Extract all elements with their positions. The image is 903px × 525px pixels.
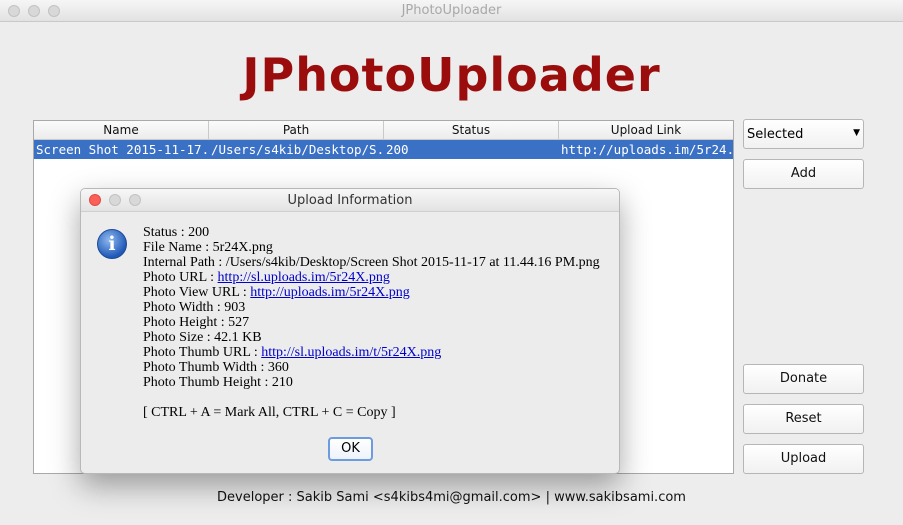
cell-status: 200 [386,142,409,157]
filter-select[interactable]: Selected ▼ [743,119,864,149]
window-title: JPhotoUploader [401,3,502,18]
photo-url-label: Photo URL : [143,270,218,285]
developer-footer: Developer : Sakib Sami <s4kibs4mi@gmail.… [217,490,686,505]
photo-view-url-link[interactable]: http://uploads.im/5r24X.png [250,285,409,300]
column-header-path[interactable]: Path [209,121,384,139]
dialog-title: Upload Information [287,193,413,208]
cell-path: /Users/s4kib/Desktop/S... [211,142,384,157]
info-file-name: File Name : 5r24X.png [143,240,273,255]
thumb-url-link[interactable]: http://sl.uploads.im/t/5r24X.png [261,345,441,360]
upload-information-dialog: Upload Information i Status : 200 File N… [80,188,620,474]
table-header: Name Path Status Upload Link [34,121,733,140]
info-status: Status : 200 [143,225,210,240]
column-header-status[interactable]: Status [384,121,559,139]
filter-select-value: Selected [747,127,804,142]
dialog-titlebar: Upload Information [81,189,619,212]
cell-upload-link: http://uploads.im/5r24... [561,142,733,157]
photo-view-url-label: Photo View URL : [143,285,251,300]
cell-name: Screen Shot 2015-11-17... [36,142,209,157]
upload-info-text[interactable]: Status : 200 File Name : 5r24X.png Inter… [143,225,600,390]
info-thumb-width: Photo Thumb Width : 360 [143,360,289,375]
info-thumb-url-line: Photo Thumb URL : http://sl.uploads.im/t… [143,345,600,360]
info-thumb-height: Photo Thumb Height : 210 [143,375,293,390]
window-titlebar: JPhotoUploader [0,0,903,22]
chevron-down-icon: ▼ [853,128,860,138]
thumb-url-label: Photo Thumb URL : [143,345,262,360]
column-header-name[interactable]: Name [34,121,209,139]
table-row[interactable]: Screen Shot 2015-11-17... /Users/s4kib/D… [34,140,733,159]
info-photo-height: Photo Height : 527 [143,315,250,330]
add-button[interactable]: Add [743,159,864,189]
upload-button[interactable]: Upload [743,444,864,474]
info-icon: i [97,229,127,259]
donate-button[interactable]: Donate [743,364,864,394]
info-photo-url-line: Photo URL : http://sl.uploads.im/5r24X.p… [143,270,600,285]
info-photo-view-url-line: Photo View URL : http://uploads.im/5r24X… [143,285,600,300]
info-photo-width: Photo Width : 903 [143,300,246,315]
reset-button[interactable]: Reset [743,404,864,434]
ok-button[interactable]: OK [328,437,373,461]
info-photo-size: Photo Size : 42.1 KB [143,330,262,345]
photo-url-link[interactable]: http://sl.uploads.im/5r24X.png [218,270,390,285]
info-internal-path: Internal Path : /Users/s4kib/Desktop/Scr… [143,255,600,270]
shortcut-hint: [ CTRL + A = Mark All, CTRL + C = Copy ] [143,405,396,420]
column-header-upload-link[interactable]: Upload Link [559,121,733,139]
app-logo: JPhotoUploader [242,48,661,102]
